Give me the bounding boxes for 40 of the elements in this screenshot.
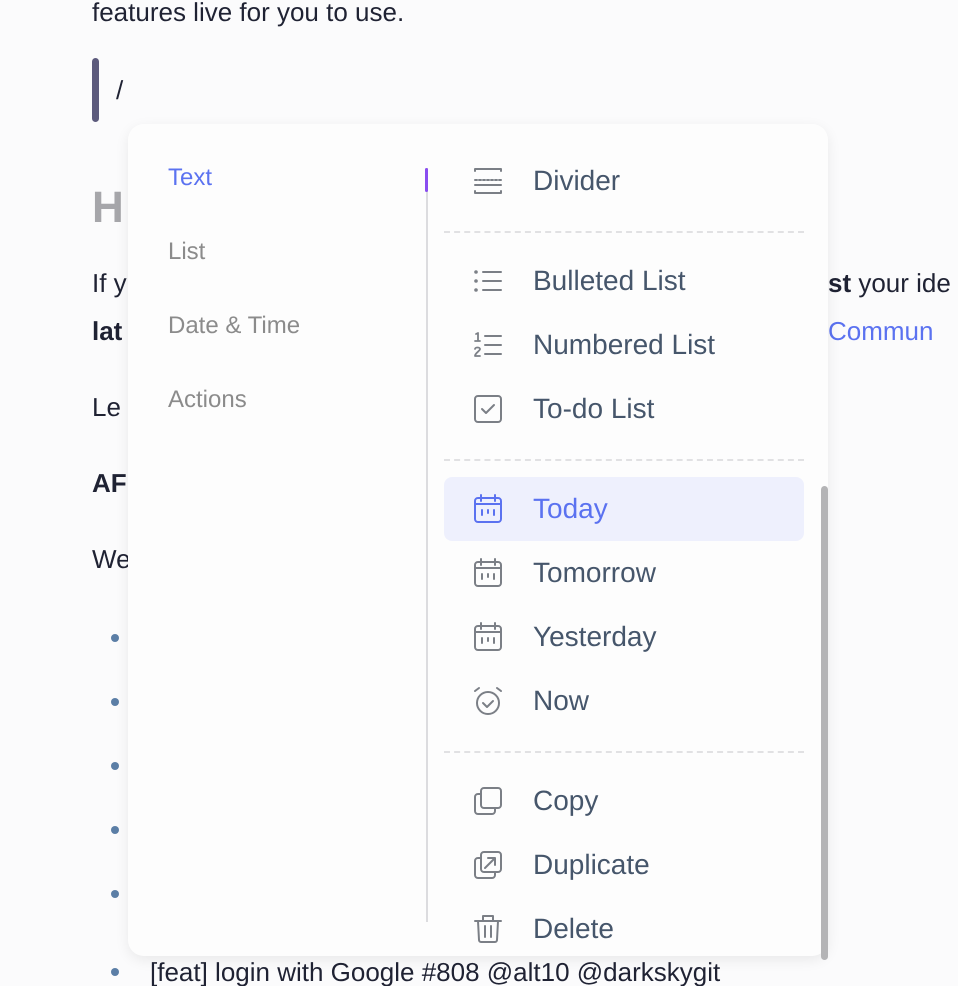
menu-item[interactable]: Duplicate bbox=[444, 833, 804, 897]
paragraph-text: st your ide bbox=[828, 268, 951, 298]
link[interactable]: Commun bbox=[828, 316, 934, 346]
paragraph-text: We bbox=[92, 544, 131, 574]
category-tab[interactable]: Text bbox=[168, 154, 212, 202]
menu-item[interactable]: Delete bbox=[444, 897, 804, 961]
paragraph-text: AF bbox=[92, 468, 127, 498]
bullet-dot bbox=[111, 826, 119, 834]
menu-item[interactable]: Yesterday bbox=[444, 605, 804, 669]
menu-item[interactable]: Today bbox=[444, 477, 804, 541]
duplicate-icon bbox=[472, 849, 504, 881]
paragraph-text: Le bbox=[92, 392, 121, 422]
scrollbar-thumb[interactable] bbox=[821, 486, 828, 960]
checkbox-icon bbox=[472, 393, 504, 425]
paragraph-text: If y bbox=[92, 268, 127, 298]
cursor-bar bbox=[92, 58, 99, 122]
scroll-indicator bbox=[425, 168, 428, 192]
menu-item[interactable]: To-do List bbox=[444, 377, 804, 441]
calendar-icon bbox=[472, 621, 504, 653]
divider-icon bbox=[472, 165, 504, 197]
alarm-clock-icon bbox=[472, 685, 504, 717]
paragraph-text: features live for you to use. bbox=[92, 0, 404, 26]
bullet-dot bbox=[111, 634, 119, 642]
calendar-icon bbox=[472, 493, 504, 525]
input-text[interactable]: / bbox=[116, 74, 124, 106]
calendar-icon bbox=[472, 557, 504, 589]
menu-item[interactable]: Divider bbox=[444, 149, 804, 213]
bullet-dot bbox=[111, 762, 119, 770]
menu-item[interactable]: Now bbox=[444, 669, 804, 733]
bullet-dot bbox=[111, 968, 119, 976]
heading-text: H bbox=[92, 183, 124, 232]
copy-icon bbox=[472, 785, 504, 817]
menu-item[interactable]: Numbered List bbox=[444, 313, 804, 377]
menu-item[interactable]: Copy bbox=[444, 769, 804, 833]
trash-icon bbox=[472, 913, 504, 945]
menu-item[interactable]: Bulleted List bbox=[444, 249, 804, 313]
paragraph-text: lat bbox=[92, 316, 122, 346]
bullet-dot bbox=[111, 698, 119, 706]
menu-item[interactable]: Tomorrow bbox=[444, 541, 804, 605]
bullet-dot bbox=[111, 890, 119, 898]
